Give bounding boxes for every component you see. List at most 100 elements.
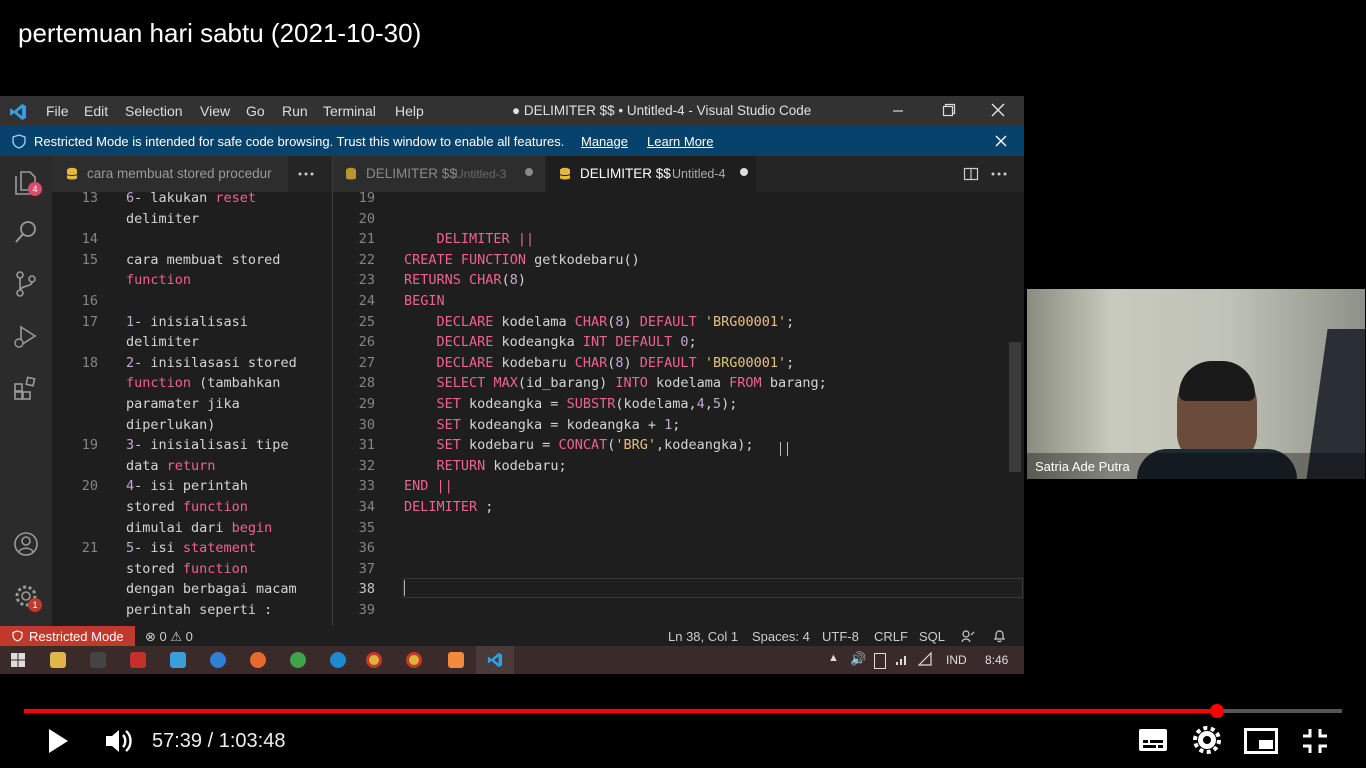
code-line[interactable]: DECLARE kodelama CHAR(8) DEFAULT 'BRG000… — [404, 314, 795, 330]
app-icon[interactable] — [170, 652, 186, 668]
search-icon[interactable] — [12, 218, 40, 246]
app-icon[interactable] — [290, 652, 306, 668]
code-line[interactable]: cara membuat stored — [126, 252, 280, 268]
code-line[interactable]: perintah seperti : — [126, 602, 272, 618]
settings-icon[interactable] — [1193, 726, 1221, 754]
chrome-icon[interactable] — [366, 652, 382, 668]
language-status[interactable]: SQL — [919, 629, 945, 644]
code-line[interactable]: DELIMITER || — [404, 231, 535, 247]
code-line[interactable]: paramater jika — [126, 396, 240, 412]
code-line[interactable]: function (tambahkan — [126, 375, 280, 391]
windows-start-icon[interactable] — [10, 652, 26, 668]
encoding-status[interactable]: UTF-8 — [822, 629, 859, 644]
tab-file: Untitled-4 — [672, 167, 726, 181]
code-line[interactable]: data return — [126, 458, 215, 474]
code-line[interactable]: END || — [404, 478, 453, 494]
code-line[interactable]: RETURNS CHAR(8) — [404, 272, 526, 288]
menu-view[interactable]: View — [200, 103, 230, 119]
exit-fullscreen-icon[interactable] — [1302, 728, 1328, 754]
left-tab-strip: cara membuat stored procedur — [52, 156, 332, 192]
play-icon[interactable] — [44, 727, 72, 755]
restricted-mode-status[interactable]: Restricted Mode — [0, 626, 135, 646]
menu-edit[interactable]: Edit — [84, 103, 108, 119]
code-line[interactable]: SET kodebaru = CONCAT('BRG',kodeangka); — [404, 437, 754, 453]
code-line[interactable]: SELECT MAX(id_barang) INTO kodelama FROM… — [404, 375, 827, 391]
split-editor-icon[interactable] — [963, 166, 979, 182]
miniplayer-icon[interactable] — [1244, 728, 1278, 754]
right-editor[interactable]: 19 20 21 DELIMITER || 22 CREATE FUNCTION get… — [333, 192, 1024, 626]
code-line[interactable]: CREATE FUNCTION getkodebaru() — [404, 252, 640, 268]
left-more-actions-button[interactable] — [296, 156, 326, 192]
banner-close-icon[interactable] — [995, 135, 1007, 147]
code-line[interactable]: dengan berbagai macam — [126, 581, 297, 597]
close-window-button[interactable] — [978, 98, 1018, 124]
minimize-button[interactable] — [878, 98, 918, 124]
code-line[interactable]: delimiter — [126, 334, 199, 350]
account-icon[interactable] — [12, 530, 40, 558]
battery-icon[interactable] — [874, 653, 886, 669]
volume-icon[interactable] — [104, 727, 134, 755]
left-editor[interactable]: 13 6- lakukan reset delimiter 14 15 cara memb… — [52, 192, 332, 626]
code-line[interactable]: DECLARE kodebaru CHAR(8) DEFAULT 'BRG000… — [404, 355, 795, 371]
tab-untitled-4[interactable]: DELIMITER $$ Untitled-4 — [546, 156, 756, 192]
menu-terminal[interactable]: Terminal — [323, 103, 376, 119]
code-line[interactable]: stored function — [126, 561, 248, 577]
code-line[interactable]: 1- inisialisasi — [126, 314, 248, 330]
learn-more-link[interactable]: Learn More — [647, 134, 713, 149]
code-line[interactable]: BEGIN — [404, 293, 445, 309]
code-line[interactable]: 2- inisilasasi stored — [126, 355, 297, 371]
extensions-icon[interactable] — [12, 374, 40, 402]
ellipsis-icon[interactable] — [991, 172, 1007, 176]
restore-button[interactable] — [929, 98, 969, 124]
vscode-taskbar-button[interactable] — [476, 646, 514, 674]
code-line[interactable]: diperlukan) — [126, 417, 215, 433]
menu-run[interactable]: Run — [282, 103, 308, 119]
code-line[interactable]: function — [126, 272, 191, 288]
internet-explorer-icon[interactable] — [210, 652, 226, 668]
eol-status[interactable]: CRLF — [874, 629, 908, 644]
tray-arrow-icon[interactable]: ▲ — [828, 652, 839, 664]
firefox-icon[interactable] — [250, 652, 266, 668]
code-line[interactable]: 5- isi statement — [126, 540, 256, 556]
code-line[interactable]: SET kodeangka = kodeangka + 1; — [404, 417, 681, 433]
keyboard-language[interactable]: IND — [946, 653, 967, 667]
editor-scrollbar[interactable] — [1009, 342, 1021, 472]
code-line[interactable]: DECLARE kodeangka INT DEFAULT 0; — [404, 334, 697, 350]
menu-file[interactable]: File — [46, 103, 69, 119]
feedback-icon[interactable] — [960, 629, 975, 643]
code-line[interactable]: delimiter — [126, 211, 199, 227]
code-line[interactable]: SET kodeangka = SUBSTR(kodelama,4,5); — [404, 396, 738, 412]
manage-link[interactable]: Manage — [581, 134, 628, 149]
notifications-bell-icon[interactable] — [993, 629, 1006, 643]
code-line[interactable]: 3- inisialisasi tipe — [126, 437, 289, 453]
tab-untitled-3[interactable]: DELIMITER $$ Untitled-3 — [333, 156, 545, 192]
menu-selection[interactable]: Selection — [125, 103, 183, 119]
app-icon[interactable] — [130, 652, 146, 668]
edge-icon[interactable] — [330, 652, 346, 668]
xampp-icon[interactable] — [448, 652, 464, 668]
menu-go[interactable]: Go — [246, 103, 265, 119]
code-line[interactable]: stored function — [126, 499, 248, 515]
chrome-icon[interactable] — [406, 652, 422, 668]
code-line[interactable]: DELIMITER ; — [404, 499, 493, 515]
indentation-status[interactable]: Spaces: 4 — [752, 629, 810, 644]
wifi-icon[interactable] — [918, 652, 932, 666]
run-debug-icon[interactable] — [12, 322, 40, 350]
subtitles-icon[interactable] — [1138, 728, 1168, 752]
source-control-icon[interactable] — [12, 270, 40, 298]
code-line[interactable]: 6- lakukan reset — [126, 192, 256, 206]
problems-status[interactable]: ⊗ 0 ⚠ 0 — [145, 629, 193, 645]
cursor-position-status[interactable]: Ln 38, Col 1 — [668, 629, 738, 644]
volume-icon[interactable]: 🔊 — [850, 651, 866, 667]
scrubber-handle[interactable] — [1210, 704, 1224, 718]
file-explorer-icon[interactable] — [50, 652, 66, 668]
line-number: 20 — [81, 478, 98, 495]
tab-stored-procedure[interactable]: cara membuat stored procedur — [52, 156, 288, 192]
menu-help[interactable]: Help — [395, 103, 424, 119]
code-line[interactable]: dimulai dari begin — [126, 520, 272, 536]
network-signal-icon[interactable] — [895, 652, 909, 666]
app-icon[interactable] — [90, 652, 106, 668]
taskbar-clock[interactable]: 8:46 — [985, 653, 1008, 667]
code-line[interactable]: 4- isi perintah — [126, 478, 248, 494]
code-line[interactable]: RETURN kodebaru; — [404, 458, 567, 474]
